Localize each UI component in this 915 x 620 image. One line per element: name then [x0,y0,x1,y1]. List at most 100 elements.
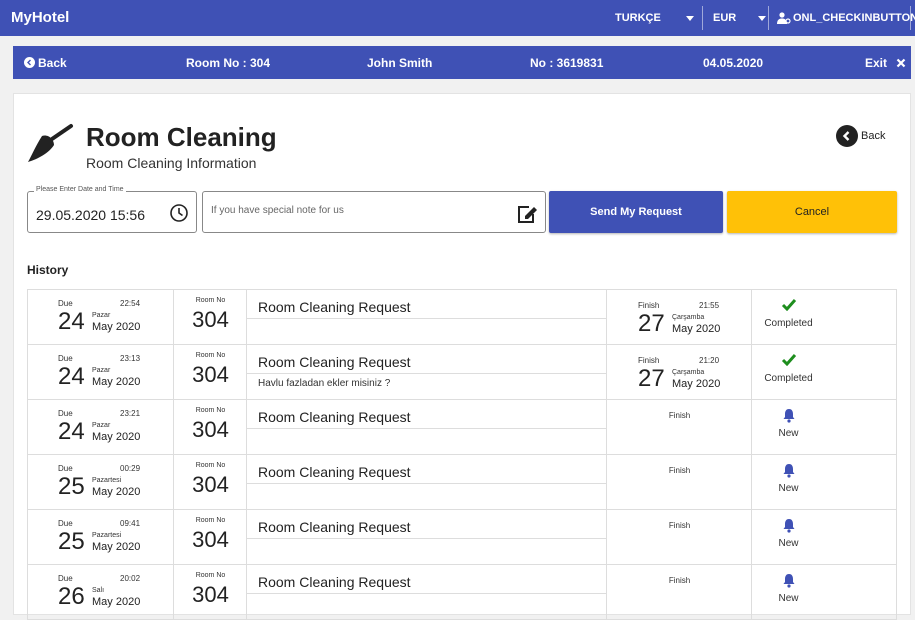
room-number: 304 [192,307,229,332]
room-cleaning-card: Room Cleaning Room Cleaning Information … [13,93,911,620]
user-menu[interactable]: ONL_CHECKINBUTTON [777,0,915,36]
table-row[interactable]: Due 20:02 26 Salı May 2020 Room No 304 R… [27,565,897,620]
status-cell: New [752,455,825,509]
status-icon [752,298,825,311]
divider [247,318,606,319]
due-weekday: Pazartesi [92,477,122,484]
due-label: Due [58,464,73,473]
due-label: Due [58,299,73,308]
due-month: May 2020 [92,321,141,333]
room-number: 304 [192,582,229,607]
due-weekday: Pazar [92,367,111,374]
due-day: 25 [58,528,85,555]
chevron-down-icon [758,15,767,21]
status-icon [752,408,825,423]
date-time-label: Please Enter Date and Time [34,186,126,193]
due-label: Due [58,519,73,528]
due-time: 23:21 [120,409,141,418]
finish-month: May 2020 [672,323,721,335]
request-cell: Room Cleaning Request [247,565,607,619]
status-cell: Completed [752,290,825,344]
due-month: May 2020 [92,596,141,608]
finish-label: Finish [638,356,660,365]
check-icon [781,354,796,366]
exit-label: Exit [865,55,888,70]
room-cell: Room No 304 [174,345,247,399]
divider [247,428,606,429]
room-cell: Room No 304 [174,510,247,564]
finish-weekday: Çarşamba [672,369,705,376]
due-time: 22:54 [120,299,141,308]
request-note: Havlu fazladan ekler misiniz ? [258,378,391,389]
finish-label: Finish [668,576,691,585]
back-link[interactable]: Back [24,46,67,79]
request-title: Room Cleaning Request [258,574,411,590]
finish-cell: Finish [607,565,752,619]
request-cell: Room Cleaning Request [247,400,607,454]
user-gear-icon [777,12,791,24]
room-number: 304 [192,472,229,497]
status-cell: Completed [752,345,825,399]
bell-icon [783,574,794,588]
table-row[interactable]: Due 00:29 25 Pazartesi May 2020 Room No … [27,455,897,510]
request-title: Room Cleaning Request [258,464,411,480]
room-cell: Room No 304 [174,455,247,509]
status-badge: New [778,428,799,439]
finish-label: Finish [668,466,691,475]
due-month: May 2020 [92,486,141,498]
status-cell: New [752,565,825,619]
due-cell: Due 20:02 26 Salı May 2020 [28,565,174,619]
user-name: ONL_CHECKINBUTTON [793,12,915,24]
finish-label: Finish [668,521,691,530]
due-month: May 2020 [92,431,141,443]
due-weekday: Pazar [92,312,111,319]
language-select[interactable]: TURKÇE [615,0,694,36]
request-title: Room Cleaning Request [258,299,411,315]
brand-logo[interactable]: MyHotel [11,9,69,26]
cancel-button[interactable]: Cancel [727,191,897,233]
finish-label: Finish [638,301,660,310]
finish-time: 21:55 [699,301,720,310]
status-icon [752,573,825,588]
page-title: Room Cleaning [86,122,277,152]
due-cell: Due 23:13 24 Pazar May 2020 [28,345,174,399]
status-badge: Completed [764,373,813,384]
status-icon [752,463,825,478]
language-label: TURKÇE [615,12,661,24]
due-time: 20:02 [120,574,141,583]
divider [247,483,606,484]
due-day: 25 [58,473,85,500]
status-badge: New [778,483,799,494]
currency-select[interactable]: EUR [713,0,767,36]
due-weekday: Salı [92,587,105,594]
finish-cell: Finish [607,455,752,509]
finish-label: Finish [668,411,691,420]
table-row[interactable]: Due 23:21 24 Pazar May 2020 Room No 304 … [27,400,897,455]
send-request-button[interactable]: Send My Request [549,191,723,233]
special-note-input[interactable]: If you have special note for us [202,191,546,233]
finish-cell: Finish 21:55 27 Çarşamba May 2020 [607,290,752,344]
status-cell: New [752,510,825,564]
room-cell: Room No 304 [174,290,247,344]
due-weekday: Pazar [92,422,111,429]
exit-button[interactable]: Exit [865,46,906,79]
status-badge: Completed [764,318,813,329]
status-badge: New [778,538,799,549]
finish-month: May 2020 [672,378,721,390]
room-label: Room No [195,297,226,304]
table-row[interactable]: Due 23:13 24 Pazar May 2020 Room No 304 … [27,345,897,400]
request-cell: Room Cleaning Request [247,290,607,344]
table-row[interactable]: Due 09:41 25 Pazartesi May 2020 Room No … [27,510,897,565]
date-time-input[interactable]: Please Enter Date and Time 29.05.2020 15… [27,186,197,233]
arrow-left-circle-icon [24,57,35,68]
currency-label: EUR [713,12,737,24]
due-cell: Due 09:41 25 Pazartesi May 2020 [28,510,174,564]
due-label: Due [58,409,73,418]
room-label: Room No [195,352,226,359]
due-label: Due [58,574,73,583]
back-button[interactable]: Back [836,125,885,147]
clock-icon[interactable] [169,203,189,223]
divider [247,373,606,374]
table-row[interactable]: Due 22:54 24 Pazar May 2020 Room No 304 … [27,290,897,345]
status-icon [752,518,825,533]
